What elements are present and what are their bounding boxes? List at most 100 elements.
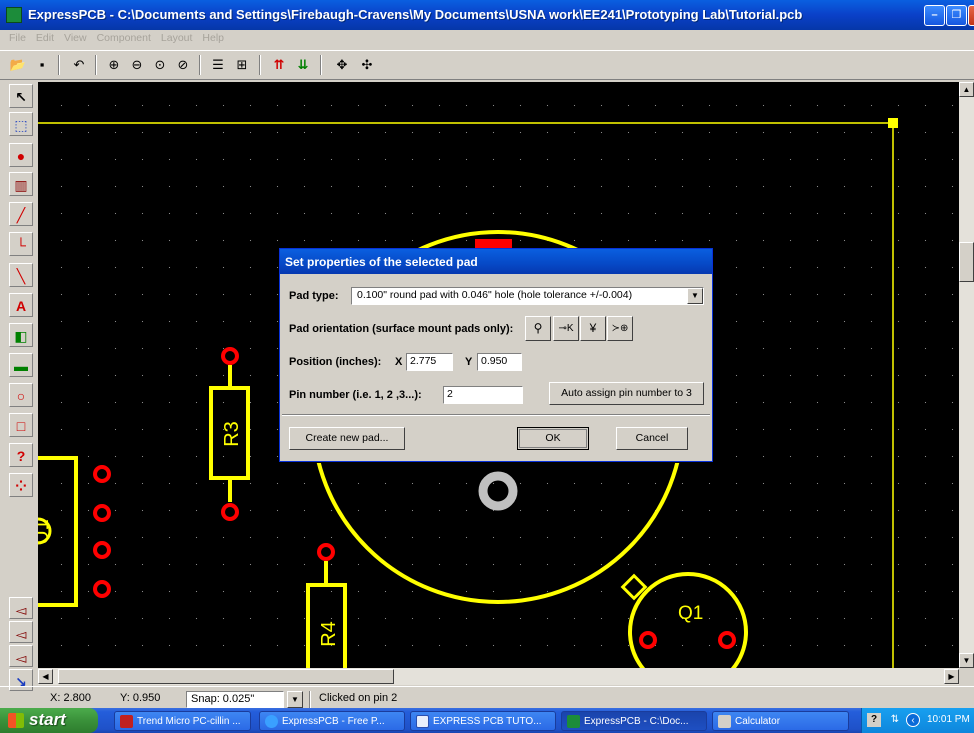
taskbar-item-expresspcb[interactable]: ExpressPCB - C:\Doc... — [561, 711, 707, 731]
menu-help[interactable]: Help — [197, 30, 229, 44]
text-tool-icon[interactable]: A — [9, 293, 33, 317]
toolbar-separator — [95, 55, 97, 75]
status-y-coordinate: Y: 0.950 — [120, 692, 161, 704]
bottom-layer-icon[interactable]: ⇊ — [292, 54, 314, 76]
zoom-in-icon[interactable]: ⊕ — [103, 54, 125, 76]
horizontal-scroll-thumb[interactable] — [58, 669, 394, 684]
taskbar-item-label: Calculator — [735, 716, 781, 727]
taskbar-item-word-document[interactable]: EXPRESS PCB TUTO... — [410, 711, 556, 731]
menu-layout[interactable]: Layout — [156, 30, 198, 44]
create-new-pad-button[interactable]: Create new pad... — [289, 427, 405, 450]
place-component-tool-icon[interactable]: ▥ — [9, 172, 33, 196]
r3-pad-2[interactable] — [221, 503, 239, 521]
net-tool-icon[interactable]: ⁘ — [9, 473, 33, 497]
trend-micro-icon — [120, 715, 133, 728]
start-button[interactable]: start — [0, 708, 98, 733]
undo-icon[interactable]: ↶ — [68, 54, 90, 76]
pad-orientation-label: Pad orientation (surface mount pads only… — [289, 323, 514, 335]
chevron-down-icon[interactable]: ▼ — [287, 691, 303, 708]
taskbar-item-trend-micro[interactable]: Trend Micro PC-cillin ... — [114, 711, 251, 731]
ok-button[interactable]: OK — [517, 427, 589, 450]
board-corner-handle[interactable] — [888, 118, 898, 128]
u1-label: U1 — [38, 519, 53, 545]
scroll-right-icon[interactable]: ▶ — [944, 669, 959, 684]
x-label: X — [395, 356, 403, 368]
pad-type-select[interactable]: 0.100" round pad with 0.046" hole (hole … — [351, 287, 704, 305]
menu-view[interactable]: View — [59, 30, 92, 44]
position-y-input[interactable]: 0.950 — [477, 353, 522, 371]
menu-edit[interactable]: Edit — [31, 30, 59, 44]
tool-palette: ↖ ⬚ ● ▥ ╱ └ ╲ A ◧ ▬ ○ □ ? ⁘ ◅ ◅ ◅ ↘ — [0, 80, 36, 691]
u1-pad-7[interactable] — [93, 504, 111, 522]
toolbar: 📂 ▪ ↶ ⊕ ⊖ ⊙ ⊘ ☰ ⊞ ⇈ ⇊ ✥ ✣ — [0, 50, 974, 80]
cancel-button[interactable]: Cancel — [616, 427, 688, 450]
fill-plane-tool-icon[interactable]: ◧ — [9, 323, 33, 347]
close-button[interactable]: ✕ — [968, 5, 974, 26]
orientation-up-button[interactable]: ⚲ — [525, 316, 551, 341]
taskbar-item-label: Trend Micro PC-cillin ... — [137, 716, 241, 727]
snap-select[interactable]: Snap: 0.025" — [186, 691, 284, 708]
taskbar-item-label: ExpressPCB - C:\Doc... — [584, 716, 689, 727]
top-layer-icon[interactable]: ⇈ — [268, 54, 290, 76]
layer-silk-tool-icon[interactable]: ◅ — [9, 645, 33, 667]
u1-pad-6[interactable] — [93, 541, 111, 559]
selected-pad[interactable] — [478, 471, 518, 511]
auto-assign-pin-button[interactable]: Auto assign pin number to 3 — [549, 382, 704, 405]
zoom-out-icon[interactable]: ⊖ — [126, 54, 148, 76]
pointer-tool-icon[interactable]: ↖ — [9, 84, 33, 108]
u1-pad-8[interactable] — [93, 465, 111, 483]
u1-pad-5[interactable] — [93, 580, 111, 598]
word-icon — [416, 715, 429, 728]
corner-trace-tool-icon[interactable]: └ — [9, 232, 33, 256]
save-icon[interactable]: ▪ — [31, 54, 53, 76]
help-tray-icon[interactable]: ? — [867, 713, 881, 727]
expand-tray-icon[interactable]: ‹ — [906, 713, 920, 727]
chevron-down-icon[interactable]: ▼ — [687, 288, 703, 304]
status-x-coordinate: X: 2.800 — [50, 692, 91, 704]
menu-file[interactable]: File — [0, 30, 31, 44]
zoom-box-icon[interactable]: ⊙ — [149, 54, 171, 76]
query-pad-tool-icon[interactable]: ? — [9, 443, 33, 467]
open-icon[interactable]: 📂 — [7, 54, 29, 76]
scroll-up-icon[interactable]: ▲ — [959, 82, 974, 97]
vertical-scrollbar[interactable]: ▲ ▼ — [959, 82, 974, 668]
properties-icon[interactable]: ☰ — [207, 54, 229, 76]
network-tray-icon[interactable]: ⇅ — [888, 713, 902, 727]
layer-top-tool-icon[interactable]: ◅ — [9, 597, 33, 619]
menu-component[interactable]: Component — [92, 30, 156, 44]
place-pad-tool-icon[interactable]: ● — [9, 143, 33, 167]
select-box-tool-icon[interactable]: ⬚ — [9, 112, 33, 136]
status-divider — [309, 691, 311, 708]
maximize-button[interactable]: ❐ — [946, 5, 967, 26]
taskbar-item-expresspcb-browser[interactable]: ExpressPCB - Free P... — [259, 711, 405, 731]
scroll-left-icon[interactable]: ◀ — [38, 669, 53, 684]
taskbar-item-calculator[interactable]: Calculator — [712, 711, 849, 731]
zoom-fit-icon[interactable]: ⊘ — [172, 54, 194, 76]
rectangle-tool-icon[interactable]: □ — [9, 413, 33, 437]
r3-pad-1[interactable] — [221, 347, 239, 365]
pin-number-input[interactable]: 2 — [443, 386, 523, 404]
horizontal-scrollbar[interactable]: ◀ ▶ — [38, 668, 959, 685]
diagonal-trace-tool-icon[interactable]: ╲ — [9, 263, 33, 287]
move-icon[interactable]: ✥ — [331, 54, 353, 76]
position-x-input[interactable]: 2.775 — [406, 353, 453, 371]
pad-type-label: Pad type: — [289, 290, 339, 302]
r4-pad-1[interactable] — [317, 543, 335, 561]
circle-tool-icon[interactable]: ○ — [9, 383, 33, 407]
orientation-right-button[interactable]: ≻⊕ — [607, 316, 633, 341]
grid-icon[interactable]: ⊞ — [231, 54, 253, 76]
scroll-down-icon[interactable]: ▼ — [959, 653, 974, 668]
q1-pad-3[interactable] — [718, 631, 736, 649]
layer-bottom-tool-icon[interactable]: ◅ — [9, 621, 33, 643]
minimize-button[interactable]: – — [924, 5, 945, 26]
orientation-down-button[interactable]: ¥ — [580, 316, 606, 341]
trace-tool-icon[interactable]: ╱ — [9, 202, 33, 226]
vertical-scroll-thumb[interactable] — [959, 242, 974, 282]
dialog-separator — [282, 414, 710, 416]
ground-plane-tool-icon[interactable]: ▬ — [9, 353, 33, 377]
center-icon[interactable]: ✣ — [356, 54, 378, 76]
orientation-left-button[interactable]: ⊸K — [553, 316, 579, 341]
toolbar-separator — [58, 55, 60, 75]
q1-pad-1[interactable] — [639, 631, 657, 649]
y-label: Y — [465, 356, 473, 368]
